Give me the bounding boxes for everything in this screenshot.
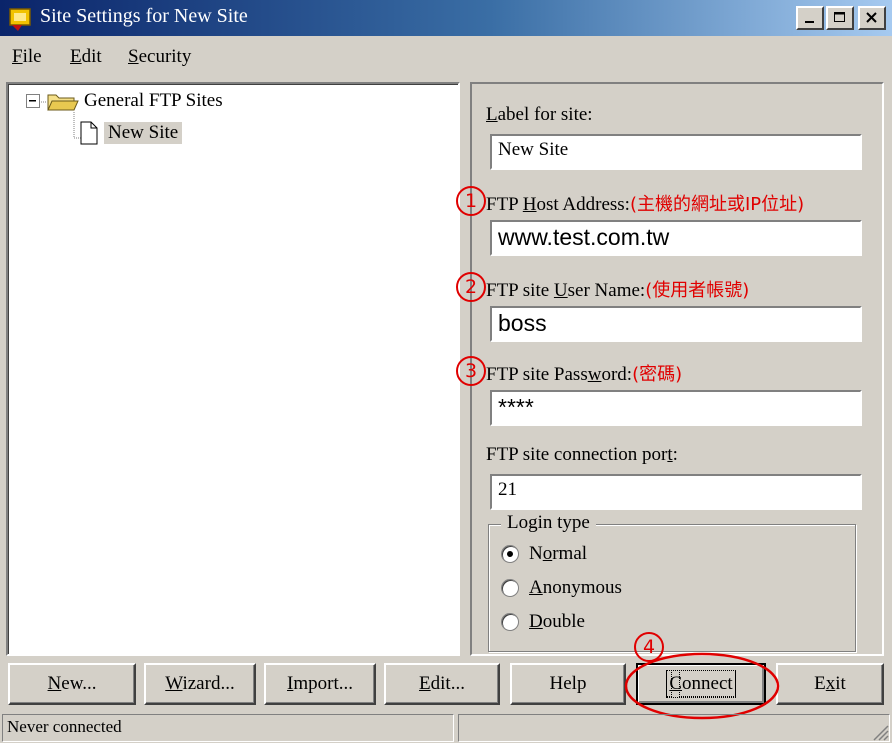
annotation-marker-3: 3 [456, 356, 486, 386]
help-button[interactable]: Help [510, 663, 626, 705]
annotation-marker-1: 1 [456, 186, 486, 216]
folder-open-icon [47, 94, 79, 111]
import-button[interactable]: Import... [264, 663, 376, 705]
maximize-icon [834, 12, 845, 22]
menu-file[interactable]: File [12, 46, 42, 68]
password-caption: FTP site Password:(密碼) [486, 364, 683, 385]
exit-button[interactable]: Exit [776, 663, 884, 705]
title-bar[interactable]: Site Settings for New Site [0, 0, 892, 36]
radio-anonymous[interactable]: Anonymous [501, 577, 622, 599]
port-input[interactable]: 21 [490, 474, 862, 510]
radio-unchecked-icon [501, 579, 519, 597]
site-tree[interactable]: General FTP Sites New Site [6, 82, 460, 656]
site-label-input[interactable]: New Site [490, 134, 862, 170]
radio-double[interactable]: Double [501, 611, 585, 633]
resize-grip-icon[interactable] [870, 722, 890, 742]
maximize-button[interactable] [826, 6, 854, 30]
menu-security[interactable]: Security [128, 46, 191, 68]
tree-item-new-site[interactable]: New Site [104, 122, 183, 144]
site-settings-panel: Label for site: New Site 1 FTP Host Addr… [456, 82, 884, 656]
edit-button[interactable]: Edit... [384, 663, 500, 705]
new-button[interactable]: New... [8, 663, 136, 705]
login-type-legend: Login type [501, 512, 596, 534]
status-pane-secondary [458, 714, 890, 742]
port-caption: FTP site connection port: [486, 444, 678, 465]
window-title: Site Settings for New Site [40, 5, 248, 27]
document-icon [80, 121, 98, 145]
menu-edit[interactable]: Edit [70, 46, 102, 68]
host-address-input[interactable]: www.test.com.tw [490, 220, 862, 256]
site-label-caption: Label for site: [486, 104, 593, 125]
password-input[interactable]: **** [490, 390, 862, 426]
annotation-marker-2: 2 [456, 272, 486, 302]
status-text: Never connected [2, 714, 454, 742]
tree-collapse-toggle[interactable] [26, 94, 40, 108]
radio-normal-label: Normal [529, 543, 588, 564]
close-button[interactable] [858, 6, 886, 30]
radio-normal[interactable]: Normal [501, 543, 587, 565]
user-name-input[interactable]: boss [490, 306, 862, 342]
minus-icon [29, 100, 36, 102]
login-type-group: Login type Normal Anonymous Double [488, 512, 856, 652]
user-name-caption: FTP site User Name:(使用者帳號) [486, 280, 750, 301]
host-address-caption: FTP Host Address:(主機的網址或IP位址) [486, 194, 805, 215]
minimize-button[interactable] [796, 6, 824, 30]
radio-unchecked-icon [501, 613, 519, 631]
radio-anonymous-label: Anonymous [529, 577, 622, 598]
close-icon [866, 12, 877, 23]
wizard-button[interactable]: Wizard... [144, 663, 256, 705]
app-icon [9, 8, 31, 31]
radio-checked-icon [501, 545, 519, 563]
status-bar: Never connected [0, 712, 892, 743]
radio-double-label: Double [529, 611, 585, 632]
tree-root-label[interactable]: General FTP Sites [84, 90, 223, 112]
minimize-icon [805, 21, 814, 23]
